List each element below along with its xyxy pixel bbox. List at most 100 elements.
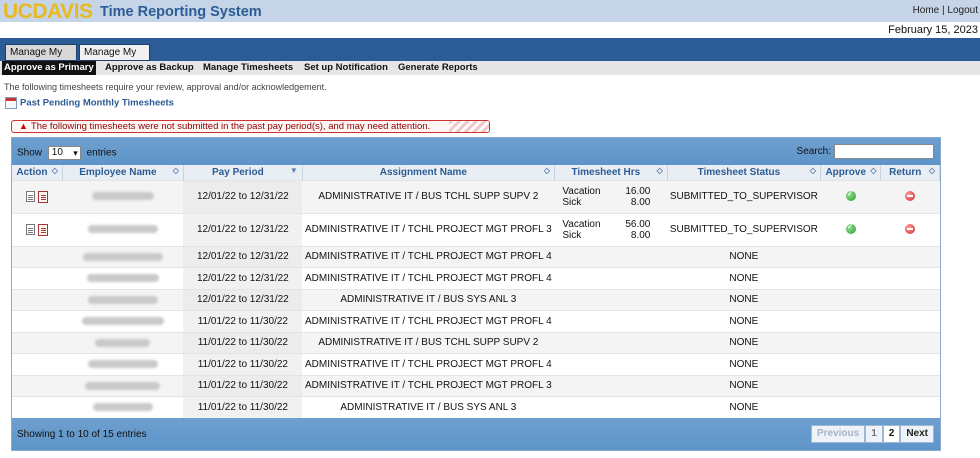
col-action-label: Action: [16, 166, 48, 178]
col-employee-name[interactable]: Employee Name ◇: [62, 165, 184, 180]
approve-cell: [820, 267, 881, 289]
return-cell: [880, 331, 940, 354]
subnav-approve-as-backup[interactable]: Approve as Backup: [105, 62, 194, 73]
col-pay-period-label: Pay Period: [212, 166, 264, 178]
redacted-name: [85, 381, 161, 390]
status-cell: NONE: [667, 374, 821, 397]
approve-cell: [820, 310, 881, 332]
return-cell: [880, 288, 940, 311]
tab-manage-my-time[interactable]: Manage My Time: [79, 44, 150, 73]
subnav-manage-timesheets[interactable]: Manage Timesheets: [203, 62, 293, 73]
table-row: 11/01/22 to 11/30/22 ADMINISTRATIVE IT / …: [12, 374, 940, 397]
subnav-set-up-notification[interactable]: Set up Notification: [304, 62, 388, 73]
redacted-name: [81, 317, 164, 326]
leave-hours: 8.00: [630, 229, 651, 241]
return-icon[interactable]: [905, 224, 916, 235]
search-input[interactable]: [834, 144, 934, 159]
status-cell: NONE: [667, 288, 821, 311]
entries-info: Showing 1 to 10 of 15 entries: [17, 429, 147, 440]
employee-name-cell: [62, 353, 184, 375]
col-employee-label: Employee Name: [79, 166, 157, 178]
return-icon[interactable]: [905, 191, 916, 202]
edit-note-icon[interactable]: [38, 223, 49, 236]
timesheets-grid: Show 10 entries Search: Action◇ Employee…: [11, 137, 941, 451]
leave-hours: 8.00: [630, 196, 651, 208]
subnav-approve-as-primary[interactable]: Approve as Primary: [2, 61, 96, 75]
timesheet-hrs-cell: [554, 374, 668, 397]
sort-icon: ◇: [928, 166, 935, 175]
approve-cell: [820, 288, 881, 311]
home-link[interactable]: Home: [913, 5, 940, 16]
table-row: 11/01/22 to 11/30/22 ADMINISTRATIVE IT / …: [12, 353, 940, 375]
section-title-text: Past Pending Monthly Timesheets: [20, 97, 174, 109]
action-cell: [12, 288, 63, 311]
employee-name-cell: [62, 331, 184, 354]
show-label: Show: [17, 147, 43, 159]
col-pay-period[interactable]: Pay Period ▼: [183, 165, 303, 180]
assignment-cell: ADMINISTRATIVE IT / TCHL PROJECT MGT PRO…: [302, 267, 555, 289]
table-row: 11/01/22 to 11/30/22 ADMINISTRATIVE IT / …: [12, 331, 940, 354]
col-timesheet-hrs[interactable]: Timesheet Hrs ◇: [554, 165, 668, 180]
assignment-cell: ADMINISTRATIVE IT / BUS TCHL SUPP SUPV 2: [302, 331, 555, 354]
leave-type: Vacation: [562, 218, 601, 230]
return-cell: [880, 374, 940, 397]
tab-manage-my-staff[interactable]: Manage My Staff: [5, 44, 77, 73]
entries-select[interactable]: 10: [47, 146, 81, 160]
table-header-row: Action ◇ Employee Name ◇ Pay Period ▼ Assig…: [12, 165, 940, 180]
table-row: 12/01/22 to 12/31/22 ADMINISTRATIVE IT / …: [12, 267, 940, 289]
main-tabbar: Manage My Staff Manage My Time: [0, 38, 980, 73]
logout-link[interactable]: Logout: [947, 5, 978, 16]
action-cell: [12, 353, 63, 375]
sort-icon: ◇: [172, 166, 179, 175]
hours-line: Vacation 16.00: [562, 186, 667, 197]
col-assignment-label: Assignment Name: [379, 166, 467, 178]
return-cell: [880, 310, 940, 332]
timesheets-table: Action ◇ Employee Name ◇ Pay Period ▼ Assig…: [12, 165, 940, 418]
edit-note-icon[interactable]: [38, 190, 49, 203]
sub-navigation: Approve as Primary Approve as Backup Man…: [0, 61, 980, 75]
action-cell: [12, 245, 63, 268]
employee-name-cell: [62, 179, 184, 213]
sort-icon: ◇: [870, 166, 877, 175]
status-cell: SUBMITTED_TO_SUPERVISOR: [667, 212, 821, 246]
leave-hours: 56.00: [625, 218, 651, 230]
view-document-icon[interactable]: [26, 191, 36, 202]
grid-footer: Showing 1 to 10 of 15 entries Previous 1 2…: [12, 418, 940, 450]
col-timesheet-status[interactable]: Timesheet Status ◇: [667, 165, 822, 180]
pay-period-cell: 11/01/22 to 11/30/22: [183, 310, 303, 332]
ucdavis-logo: UCDAVIS: [3, 0, 93, 23]
col-action[interactable]: Action ◇: [12, 165, 63, 180]
previous-button[interactable]: Previous: [810, 425, 866, 443]
page-2-button[interactable]: 2: [882, 425, 901, 443]
next-button[interactable]: Next: [900, 425, 934, 443]
table-row: 12/01/22 to 12/31/22 ADMINISTRATIVE IT / …: [12, 179, 940, 213]
action-cell: [12, 310, 63, 332]
col-return[interactable]: Return ◇: [880, 165, 940, 180]
hours-line: Sick 8.00: [562, 230, 667, 241]
sort-icon: ◇: [543, 166, 550, 175]
col-approve[interactable]: Approve ◇: [820, 165, 882, 180]
approve-icon[interactable]: [845, 222, 856, 235]
col-approve-label: Approve: [825, 166, 867, 178]
approve-cell: [820, 331, 881, 354]
search-control: Search:: [797, 144, 934, 159]
page-1-button[interactable]: 1: [865, 425, 883, 443]
action-cell: [12, 212, 63, 246]
calendar-icon: [5, 97, 17, 109]
action-cell: [12, 374, 63, 397]
timesheet-hrs-cell: [554, 288, 668, 311]
subnav-generate-reports[interactable]: Generate Reports: [398, 62, 478, 73]
hours-line: Sick 8.00: [562, 197, 667, 208]
app-title: Time Reporting System: [100, 4, 262, 20]
approve-icon[interactable]: [845, 189, 856, 202]
approve-cell: [820, 245, 881, 268]
return-cell: [880, 267, 940, 289]
col-assignment-name[interactable]: Assignment Name ◇: [302, 165, 555, 180]
leave-type: Sick: [562, 196, 582, 208]
action-cell: [12, 396, 63, 418]
return-cell: [880, 179, 940, 213]
top-links: Home | Logout: [912, 5, 978, 16]
action-cell: [12, 179, 63, 213]
top-header: UCDAVIS Time Reporting System Home | Log…: [0, 0, 980, 23]
view-document-icon[interactable]: [26, 224, 36, 235]
